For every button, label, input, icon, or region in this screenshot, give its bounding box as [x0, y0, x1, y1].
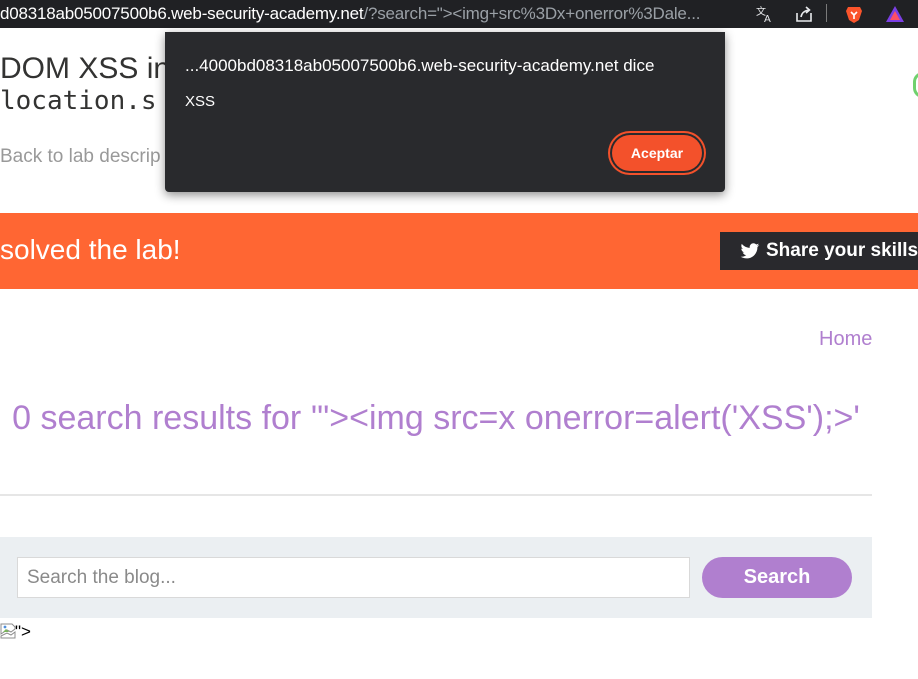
url-host: d08318ab05007500b6.web-security-academy.… [0, 4, 364, 23]
brave-icon[interactable] [844, 4, 864, 24]
dialog-message: XSS [185, 93, 216, 110]
translate-icon[interactable]: 文 A [755, 4, 775, 24]
search-button[interactable]: Search [702, 557, 852, 598]
share-skills-label: Share your skills! [766, 240, 918, 261]
search-input[interactable] [17, 557, 690, 598]
dialog-origin: ...4000bd08318ab05007500b6.web-security-… [185, 56, 655, 75]
toolbar-separator [826, 4, 827, 22]
search-panel: Search [0, 537, 872, 618]
dialog-ok-button[interactable]: Aceptar [612, 135, 702, 171]
twitter-icon [740, 242, 760, 258]
share-icon[interactable] [794, 4, 814, 24]
address-bar[interactable]: d08318ab05007500b6.web-security-academy.… [0, 3, 700, 25]
search-results-heading: 0 search results for '"><img src=x onerr… [12, 399, 860, 437]
lab-status-icon [913, 72, 918, 98]
solved-message: solved the lab! [0, 234, 181, 265]
triangle-icon[interactable] [885, 4, 905, 24]
browser-toolbar: d08318ab05007500b6.web-security-academy.… [0, 0, 918, 28]
svg-text:A: A [764, 14, 771, 24]
url-path: /?search="><img+src%3Dx+onerror%3Dale... [363, 4, 701, 23]
home-link[interactable]: Home [819, 328, 872, 351]
injected-text: "> [15, 622, 31, 641]
solved-banner: solved the lab! Share your skills! [0, 213, 918, 289]
divider [0, 494, 872, 496]
page-title: DOM XSS in [0, 52, 171, 85]
back-to-lab-link[interactable]: Back to lab descrip [0, 146, 161, 168]
share-skills-button[interactable]: Share your skills! [720, 232, 918, 270]
alert-dialog: ...4000bd08318ab05007500b6.web-security-… [165, 32, 725, 192]
page-title-code: location.s [0, 86, 157, 116]
